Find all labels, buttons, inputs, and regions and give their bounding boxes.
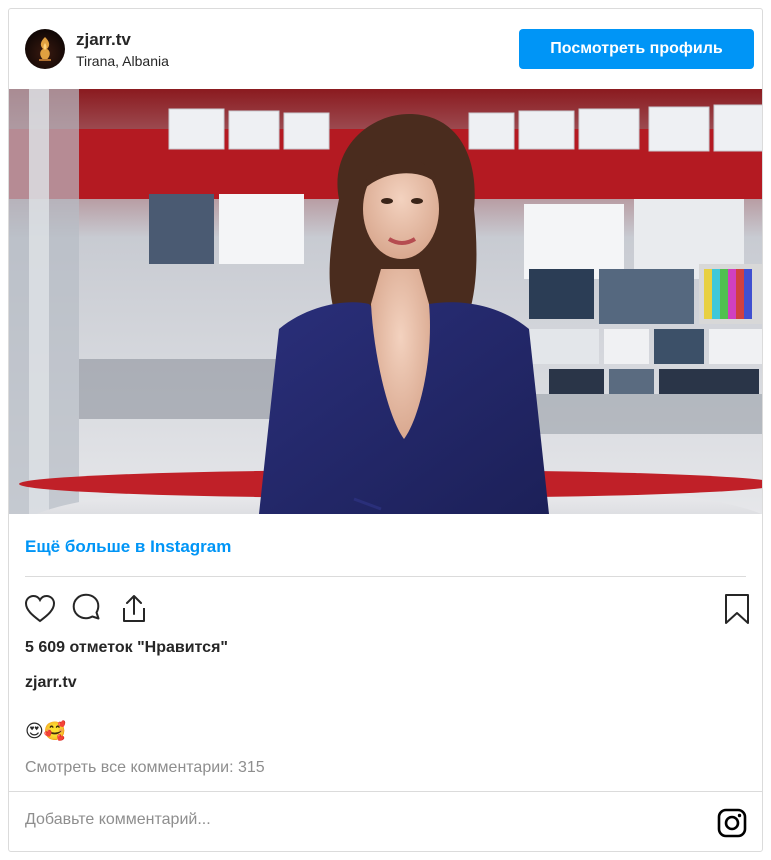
post-header: zjarr.tv Tirana, Albania Посмотреть проф… [9,9,762,89]
divider [25,576,746,577]
caption-emojis: 😍🥰 [25,721,67,742]
post-image[interactable] [9,89,762,514]
add-comment-field[interactable]: Добавьте комментарий... [25,811,211,829]
instagram-icon[interactable] [716,807,748,839]
avatar[interactable] [25,29,65,69]
username[interactable]: zjarr.tv [76,30,131,50]
likes-count[interactable]: 5 609 отметок "Нравится" [25,639,228,657]
news-studio-image [9,89,762,514]
share-icon[interactable] [117,592,151,626]
action-bar [9,584,762,634]
zjarr-logo-icon [39,37,51,61]
bookmark-icon[interactable] [720,592,754,626]
location[interactable]: Tirana, Albania [76,53,169,69]
comment-icon[interactable] [69,592,103,626]
instagram-embed-card: zjarr.tv Tirana, Albania Посмотреть проф… [8,8,763,852]
caption-username[interactable]: zjarr.tv [25,674,77,692]
view-profile-button[interactable]: Посмотреть профиль [519,29,754,69]
heart-icon[interactable] [23,592,57,626]
more-on-instagram-link[interactable]: Ещё больше в Instagram [25,537,231,557]
divider [9,791,762,792]
view-all-comments-link[interactable]: Смотреть все комментарии: 315 [25,759,265,777]
